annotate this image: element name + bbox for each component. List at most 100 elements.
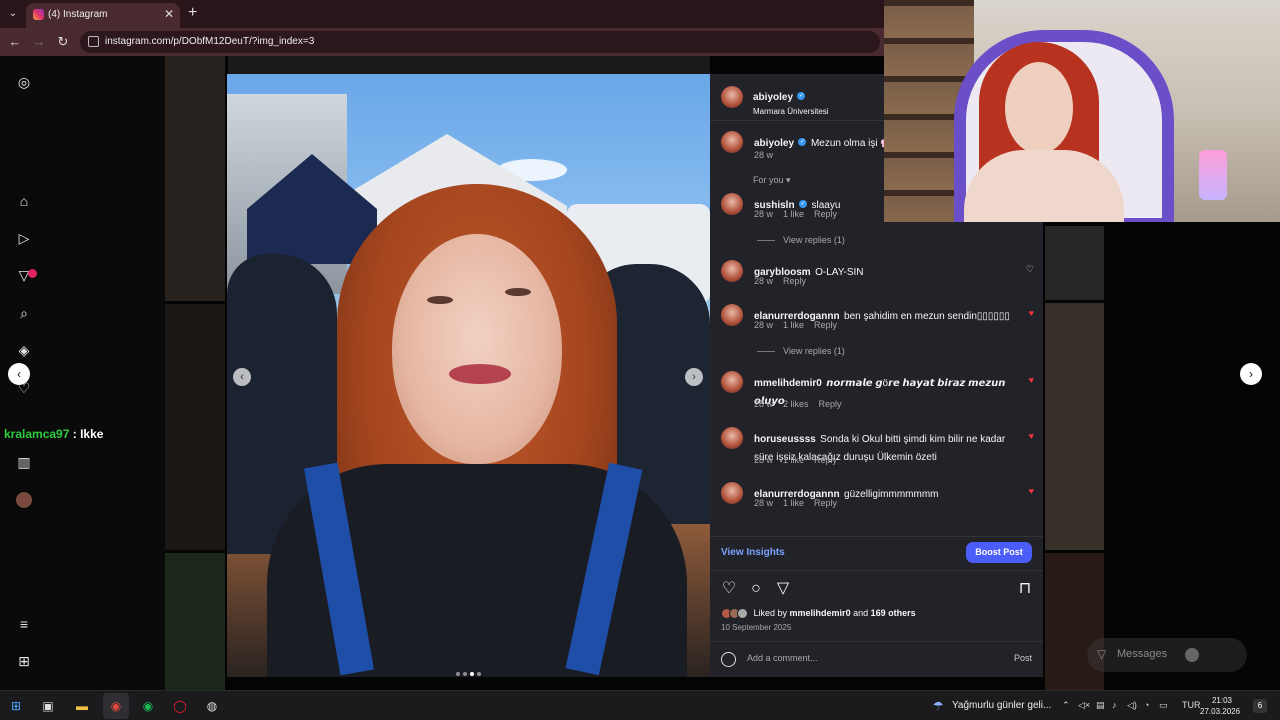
keyboard-icon[interactable]: ▭ bbox=[1159, 700, 1168, 711]
comment-username[interactable]: mmelihdemir0 bbox=[754, 378, 822, 389]
reply-button[interactable]: Reply bbox=[814, 498, 837, 508]
notification-center-badge[interactable]: 6 bbox=[1253, 699, 1267, 713]
comment-likes[interactable]: 1 like bbox=[783, 498, 804, 508]
opera-icon[interactable]: ◯ bbox=[172, 698, 188, 714]
obs-icon[interactable]: ◍ bbox=[204, 698, 220, 714]
reels-icon[interactable]: ▷ bbox=[16, 230, 32, 246]
carousel-dot bbox=[456, 672, 460, 676]
messages-pill[interactable]: ▽ Messages bbox=[1087, 638, 1247, 672]
boost-post-button[interactable]: Boost Post bbox=[966, 542, 1032, 563]
post-comment-button[interactable]: Post bbox=[1014, 653, 1032, 663]
spotify-icon[interactable]: ◉ bbox=[140, 698, 156, 714]
tab-instagram[interactable]: (4) Instagram ✕ bbox=[26, 3, 180, 28]
stream-chat-message: kralamca97 : Ikke bbox=[4, 427, 103, 441]
verified-icon: ✓ bbox=[799, 199, 808, 208]
new-tab-icon[interactable]: + bbox=[188, 4, 197, 22]
start-icon[interactable]: ⊞ bbox=[8, 698, 24, 714]
microphone-icon[interactable]: ♪ bbox=[1112, 700, 1117, 710]
volume-icon[interactable]: ◁) bbox=[1127, 700, 1137, 711]
photo-prev-icon[interactable]: ‹ bbox=[233, 368, 251, 386]
comment-text: O-LAY-SIN bbox=[815, 267, 864, 278]
home-icon[interactable]: ⌂ bbox=[16, 193, 32, 209]
comment-age: 28 w bbox=[754, 209, 774, 219]
view-insights-link[interactable]: View Insights bbox=[721, 547, 785, 558]
comment-avatar[interactable] bbox=[721, 371, 743, 393]
divider bbox=[710, 536, 1043, 537]
reply-button[interactable]: Reply bbox=[783, 276, 806, 286]
forward-icon[interactable]: → bbox=[30, 33, 48, 51]
instagram-favicon-icon bbox=[33, 9, 44, 20]
comment-like-icon[interactable]: ♥ bbox=[1029, 375, 1034, 385]
site-info-icon[interactable] bbox=[88, 36, 99, 47]
caption: abiyoley ✓ Mezun olma işi 🌸 bbox=[754, 133, 893, 151]
caption-username[interactable]: abiyoley bbox=[754, 138, 794, 149]
task-view-icon[interactable]: ▣ bbox=[40, 698, 56, 714]
liked-by-user[interactable]: mmelihdemir0 bbox=[790, 608, 851, 618]
author-avatar[interactable] bbox=[721, 86, 743, 108]
comment-age: 28 w bbox=[754, 455, 774, 465]
comment-avatar[interactable] bbox=[721, 304, 743, 326]
threads-icon[interactable]: ⊞ bbox=[16, 653, 32, 669]
mute-icon[interactable]: ◁× bbox=[1078, 700, 1090, 711]
search-icon[interactable]: ⌕ bbox=[16, 305, 32, 321]
weather-icon[interactable]: ☂ bbox=[930, 698, 946, 714]
post-image: ‹ › bbox=[227, 74, 710, 677]
face bbox=[392, 234, 562, 464]
reply-button[interactable]: Reply bbox=[814, 320, 837, 330]
comment-likes[interactable]: 1 like bbox=[783, 455, 804, 465]
comment-like-icon[interactable]: ♥ bbox=[1029, 308, 1034, 318]
reply-button[interactable]: Reply bbox=[819, 399, 842, 409]
tray-chevron-icon[interactable]: ⌃ bbox=[1062, 700, 1070, 711]
heart-icon[interactable]: ♡ bbox=[720, 580, 738, 598]
liked-by-others[interactable]: 169 others bbox=[871, 608, 916, 618]
reply-button[interactable]: Reply bbox=[814, 455, 837, 465]
author-username[interactable]: abiyoley bbox=[753, 92, 793, 103]
profile-avatar-icon[interactable] bbox=[16, 492, 32, 508]
comment-input[interactable]: Add a comment... bbox=[747, 653, 818, 663]
comment-like-icon[interactable]: ♡ bbox=[1026, 264, 1034, 275]
comment-username[interactable]: horuseussss bbox=[754, 434, 816, 445]
insights-icon[interactable]: ▥ bbox=[16, 454, 32, 470]
comment-filter[interactable]: For you ▾ bbox=[753, 175, 791, 186]
caption-text: Mezun olma işi 🌸 bbox=[810, 138, 893, 149]
emoji-icon[interactable] bbox=[721, 652, 736, 667]
comment-avatar[interactable] bbox=[721, 482, 743, 504]
comment-avatar[interactable] bbox=[721, 260, 743, 282]
comment-likes[interactable]: 1 like bbox=[783, 209, 804, 219]
view-replies-link[interactable]: View replies (1) bbox=[757, 346, 845, 356]
network-icon[interactable]: ▤ bbox=[1096, 700, 1105, 711]
tab-search-icon[interactable]: ⌄ bbox=[4, 5, 22, 23]
address-bar[interactable]: instagram.com/p/DObfM12DeuT/?img_index=3 bbox=[80, 31, 880, 53]
share-icon[interactable]: ▽ bbox=[774, 580, 792, 598]
comment-avatar[interactable] bbox=[721, 427, 743, 449]
comment-likes[interactable]: 2 likes bbox=[783, 399, 809, 409]
chrome-icon[interactable]: ◉ bbox=[108, 698, 124, 714]
wifi-icon[interactable]: ◔ bbox=[1144, 700, 1149, 710]
next-post-icon[interactable]: › bbox=[1240, 363, 1262, 385]
comment-like-icon[interactable]: ♥ bbox=[1029, 486, 1034, 496]
instagram-logo-icon[interactable]: ◎ bbox=[16, 74, 32, 90]
post-location[interactable]: Marmara Üniversitesi bbox=[753, 107, 829, 116]
caption-avatar[interactable] bbox=[721, 131, 743, 153]
input-language[interactable]: TUR bbox=[1182, 700, 1201, 710]
photo-next-icon[interactable]: › bbox=[685, 368, 703, 386]
bookmark-icon[interactable]: ⊓ bbox=[1016, 580, 1034, 598]
comment-age: 28 w bbox=[754, 498, 774, 508]
clock[interactable]: 21:03 27.03.2026 bbox=[1200, 695, 1240, 717]
file-explorer-icon[interactable]: ▬ bbox=[74, 698, 90, 714]
weather-text[interactable]: Yağmurlu günler geli... bbox=[952, 700, 1051, 711]
messages-icon: ▽ bbox=[1097, 647, 1107, 661]
reload-icon[interactable]: ↻ bbox=[54, 33, 72, 51]
comment-avatar[interactable] bbox=[721, 193, 743, 215]
view-replies-link[interactable]: View replies (1) bbox=[757, 235, 845, 245]
explore-icon[interactable]: ◈ bbox=[16, 342, 32, 358]
prev-post-icon[interactable]: ‹ bbox=[8, 363, 30, 385]
carousel-dots bbox=[456, 663, 484, 677]
comment-icon[interactable]: ○ bbox=[747, 580, 765, 598]
tab-close-icon[interactable]: ✕ bbox=[164, 7, 174, 21]
back-icon[interactable]: ← bbox=[6, 33, 24, 51]
comment-like-icon[interactable]: ♥ bbox=[1029, 431, 1034, 441]
reply-button[interactable]: Reply bbox=[814, 209, 837, 219]
comment-likes[interactable]: 1 like bbox=[783, 320, 804, 330]
more-menu-icon[interactable]: ≡ bbox=[16, 616, 32, 632]
